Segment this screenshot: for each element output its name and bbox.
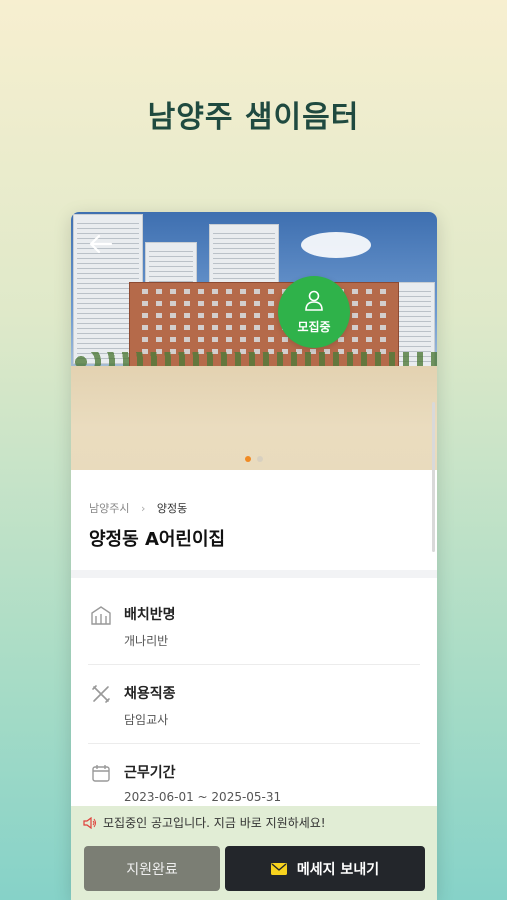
building-icon	[91, 606, 111, 625]
detail-row-class: 배치반명 개나리반	[88, 586, 420, 665]
carousel-dot[interactable]	[245, 456, 251, 462]
status-badge: 모집중	[278, 276, 350, 348]
person-icon	[305, 290, 323, 311]
detail-label: 근무기간	[124, 765, 176, 781]
detail-label: 배치반명	[124, 607, 176, 623]
tools-icon	[92, 685, 110, 703]
send-message-button[interactable]: 메세지 보내기	[225, 846, 425, 891]
detail-label: 채용직종	[124, 686, 176, 702]
carousel-dots	[71, 456, 437, 462]
breadcrumb-separator-icon: ›	[140, 502, 146, 515]
calendar-icon	[92, 765, 110, 782]
detail-list: 배치반명 개나리반 채용직종 담임교사 근무기간 2023-06-01 ~ 20…	[71, 586, 437, 823]
detail-value: 2023-06-01 ~ 2025-05-31	[124, 790, 282, 804]
envelope-icon	[270, 862, 287, 875]
place-name: 양정동 A어린이집	[89, 529, 226, 550]
app-title: 남양주 샘이음터	[147, 100, 360, 135]
recruit-notice: 모집중인 공고입니다. 지금 바로 지원하세요!	[83, 814, 326, 831]
speaker-icon	[83, 817, 96, 829]
phone-screen: 남양주시 › 양정동 양정동 A어린이집 배치반명 개나리반 채용직종 담임교사	[71, 212, 437, 900]
cloud	[301, 232, 371, 258]
bottom-action-bar: 모집중인 공고입니다. 지금 바로 지원하세요! 지원완료 메세지 보내기	[71, 806, 437, 900]
breadcrumb-city[interactable]: 남양주시	[89, 502, 129, 515]
breadcrumb-district[interactable]: 양정동	[157, 502, 187, 515]
playground	[71, 366, 437, 470]
breadcrumb: 남양주시 › 양정동	[89, 500, 187, 516]
status-badge-label: 모집중	[297, 320, 331, 334]
detail-value: 담임교사	[124, 713, 169, 727]
apply-done-label: 지원완료	[126, 861, 178, 878]
detail-value: 개나리반	[124, 634, 169, 648]
back-arrow-icon[interactable]	[87, 230, 115, 258]
detail-row-job: 채용직종 담임교사	[88, 665, 420, 744]
notice-text: 모집중인 공고입니다. 지금 바로 지원하세요!	[103, 816, 326, 830]
send-message-label: 메세지 보내기	[296, 861, 380, 878]
location-card: 남양주시 › 양정동 양정동 A어린이집	[71, 470, 437, 578]
carousel-dot[interactable]	[257, 456, 263, 462]
apply-done-button[interactable]: 지원완료	[84, 846, 220, 891]
hero-image[interactable]	[71, 212, 437, 470]
scrollbar[interactable]	[432, 402, 435, 552]
